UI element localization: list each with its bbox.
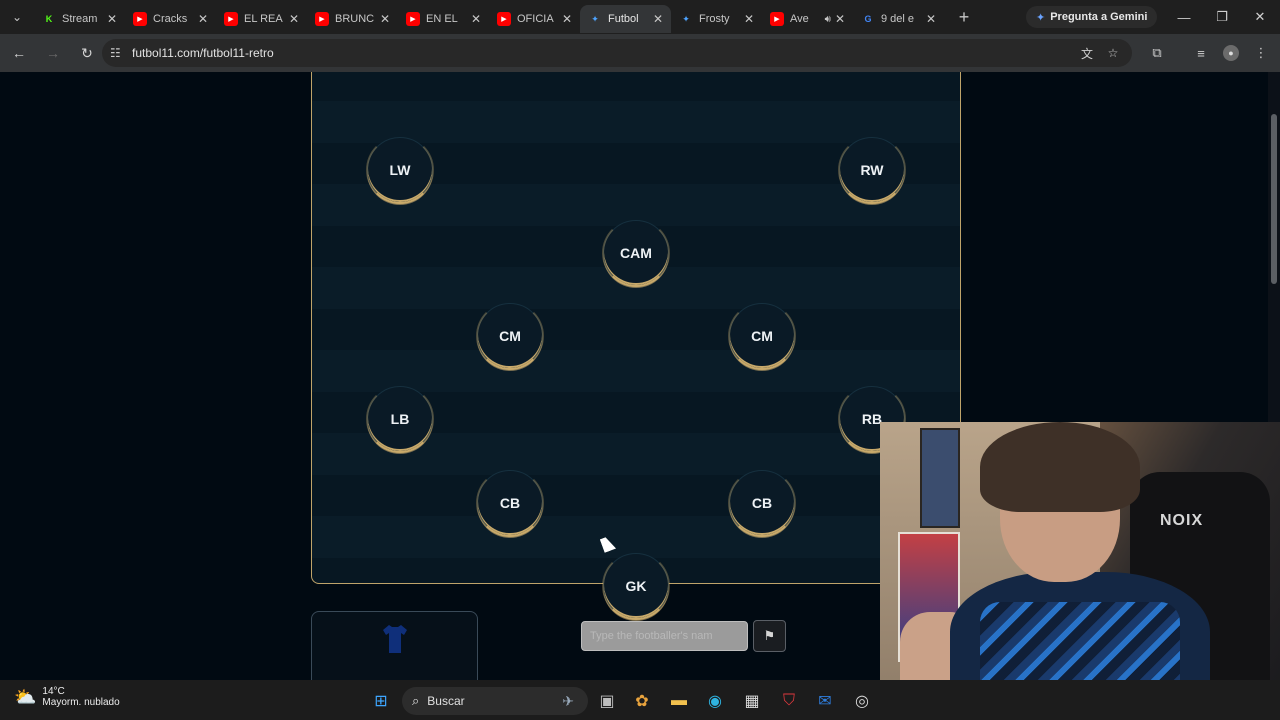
task-view-icon[interactable]: ▣ — [594, 688, 620, 714]
file-explorer-icon[interactable]: ▬ — [666, 688, 692, 714]
edge-icon[interactable]: ◉ — [702, 688, 728, 714]
player-name-input[interactable]: Type the footballer's nam — [581, 621, 748, 651]
browser-tab[interactable]: ▶ EN EL ✕ — [398, 5, 489, 33]
search-highlight-icon: ✈ — [562, 692, 574, 709]
flag-icon[interactable]: ⚑ — [753, 620, 786, 652]
maximize-button[interactable]: ❐ — [1202, 0, 1242, 34]
tab-close-icon[interactable]: ✕ — [835, 12, 845, 26]
extensions-icon[interactable]: ⧉ — [1142, 38, 1172, 68]
tab-close-icon[interactable]: ✕ — [653, 12, 663, 26]
youtube-icon: ▶ — [224, 12, 238, 26]
position-slot-lw[interactable]: LW — [366, 136, 434, 204]
obs-icon[interactable]: ◎ — [849, 688, 875, 714]
media-control-icon[interactable]: ≡ — [1186, 38, 1216, 68]
tab-title: Futbol — [608, 13, 639, 25]
tab-title: EL REA — [244, 13, 283, 25]
browser-tab[interactable]: G 9 del e ✕ — [853, 5, 944, 33]
tab-close-icon[interactable]: ✕ — [744, 12, 754, 26]
reload-button[interactable]: ↻ — [72, 38, 102, 68]
tab-title: BRUNC — [335, 13, 375, 25]
outlook-icon[interactable]: ✉ — [812, 688, 838, 714]
position-slot-cb[interactable]: CB — [728, 469, 796, 537]
back-button[interactable]: ← — [4, 38, 34, 68]
address-url: futbol11.com/futbol11-retro — [132, 46, 274, 60]
tab-title: Stream — [62, 13, 98, 25]
position-slot-cam[interactable]: CAM — [602, 219, 670, 287]
tab-title: Ave — [790, 13, 809, 25]
weather-widget[interactable]: ⛅ 14°C Mayorm. nublado — [14, 686, 120, 708]
address-bar[interactable]: ☷ futbol11.com/futbol11-retro 文 ☆ — [102, 39, 1132, 67]
tab-close-icon[interactable]: ✕ — [562, 12, 572, 26]
frosty-icon: ✦ — [682, 13, 690, 24]
translate-icon[interactable]: 文 — [1074, 39, 1100, 67]
position-slot-rw[interactable]: RW — [838, 136, 906, 204]
cam-poster — [920, 428, 960, 528]
shirt-icon — [383, 625, 407, 653]
position-slot-cm[interactable]: CM — [476, 302, 544, 370]
tab-audio-icon[interactable]: 🔊︎ — [825, 14, 831, 25]
copilot-icon[interactable]: ✿ — [629, 688, 655, 714]
close-window-button[interactable]: ✕ — [1240, 0, 1280, 34]
kit-card[interactable]: ... — [311, 611, 478, 680]
tab-close-icon[interactable]: ✕ — [471, 12, 481, 26]
browser-tab[interactable]: ▶ BRUNC ✕ — [307, 5, 398, 33]
kick-icon: K — [45, 14, 53, 24]
forward-button[interactable]: → — [38, 38, 68, 68]
webcam-overlay: NOIX — [880, 422, 1280, 720]
weather-desc: Mayorm. nublado — [42, 697, 120, 708]
gemini-label: Pregunta a Gemini — [1050, 11, 1148, 23]
browser-tab[interactable]: ▶ OFICIA ✕ — [489, 5, 580, 33]
antivirus-icon[interactable]: ⛉ — [776, 688, 802, 714]
tab-title: EN EL — [426, 13, 458, 25]
youtube-icon: ▶ — [133, 12, 147, 26]
browser-tab[interactable]: ✦ Futbol ✕ — [580, 5, 671, 33]
position-slot-cm[interactable]: CM — [728, 302, 796, 370]
tab-close-icon[interactable]: ✕ — [926, 12, 936, 26]
new-tab-button[interactable]: + — [950, 3, 978, 31]
store-icon[interactable]: ▦ — [739, 688, 765, 714]
cam-chair-brand: NOIX — [1160, 512, 1204, 529]
browser-tab[interactable]: ▶ Ave 🔊︎ ✕ — [762, 5, 853, 33]
browser-tab[interactable]: K Stream ✕ — [34, 5, 125, 33]
tab-title: OFICIA — [517, 13, 554, 25]
search-icon: ⌕ — [412, 693, 420, 708]
tab-title: Cracks — [153, 13, 188, 25]
tab-search-button[interactable]: ⌄ — [0, 0, 34, 34]
browser-toolbar: ← → ↻ ☷ futbol11.com/futbol11-retro 文 ☆ — [0, 34, 1280, 72]
profile-icon: ● — [1223, 45, 1239, 61]
gemini-spark-icon: ✦ — [1036, 11, 1046, 24]
weather-cloud-sun-icon: ⛅ — [14, 686, 37, 707]
tab-close-icon[interactable]: ✕ — [289, 12, 299, 26]
browser-menu-icon[interactable]: ⋮ — [1246, 38, 1276, 68]
browser-tab[interactable]: ▶ Cracks ✕ — [125, 5, 216, 33]
position-slot-cb[interactable]: CB — [476, 469, 544, 537]
bookmark-star-icon[interactable]: ☆ — [1100, 39, 1126, 67]
cam-person-hair — [980, 422, 1140, 512]
tab-close-icon[interactable]: ✕ — [380, 12, 390, 26]
site-info-icon[interactable]: ☷ — [110, 46, 130, 60]
taskbar-search-label: Buscar — [427, 694, 465, 708]
youtube-icon: ▶ — [497, 12, 511, 26]
tab-title: 9 del e — [881, 13, 915, 25]
futbol11-icon: ✦ — [591, 13, 599, 24]
youtube-icon: ▶ — [315, 12, 329, 26]
position-slot-lb[interactable]: LB — [366, 385, 434, 453]
tab-close-icon[interactable]: ✕ — [198, 12, 208, 26]
taskbar-search[interactable]: ⌕ Buscar ✈ — [402, 687, 588, 715]
browser-tab[interactable]: ✦ Frosty ✕ — [671, 5, 762, 33]
tab-close-icon[interactable]: ✕ — [107, 12, 117, 26]
gemini-button[interactable]: ✦ Pregunta a Gemini — [1026, 6, 1158, 28]
weather-temp: 14°C — [42, 686, 65, 697]
youtube-icon: ▶ — [406, 12, 420, 26]
browser-tab[interactable]: ▶ EL REA ✕ — [216, 5, 307, 33]
tab-title: Frosty — [699, 13, 730, 25]
scrollbar-thumb[interactable] — [1271, 114, 1277, 284]
football-pitch: LW RW CAM CM CM LB RB CB CB GK — [311, 72, 961, 620]
youtube-icon: ▶ — [770, 12, 784, 26]
position-slot-gk[interactable]: GK — [602, 552, 670, 620]
google-icon: G — [864, 14, 872, 24]
profile-avatar[interactable]: ● — [1216, 38, 1246, 68]
minimize-button[interactable]: — — [1164, 0, 1204, 34]
windows-start-icon[interactable]: ⊞ — [368, 688, 394, 714]
